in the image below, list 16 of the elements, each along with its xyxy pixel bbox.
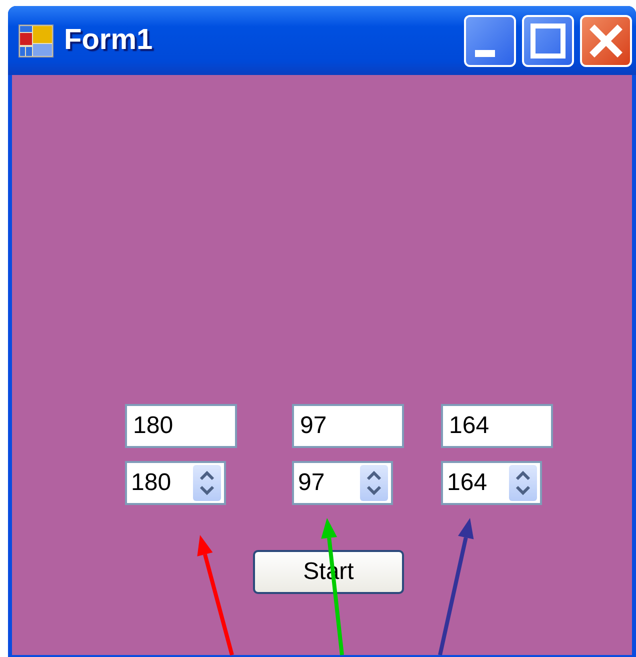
text-field[interactable]: 97 [292,404,404,448]
maximize-icon [528,20,568,60]
number-spinner[interactable]: 97 [292,461,393,505]
spin-arrows-icon[interactable] [360,465,388,501]
spin-arrows-icon[interactable] [509,465,537,501]
minimize-icon [475,50,495,57]
minimize-button[interactable] [464,14,516,66]
maximize-button[interactable] [522,14,574,66]
text-field[interactable]: 164 [441,404,553,448]
number-spinner[interactable]: 164 [441,461,542,505]
text-field[interactable]: 180 [125,404,237,448]
app-icon [18,24,54,58]
number-spinner[interactable]: 180 [125,461,226,505]
spin-arrows-icon[interactable] [193,465,221,501]
window-title: Form1 [64,24,154,57]
close-button[interactable] [580,14,632,66]
